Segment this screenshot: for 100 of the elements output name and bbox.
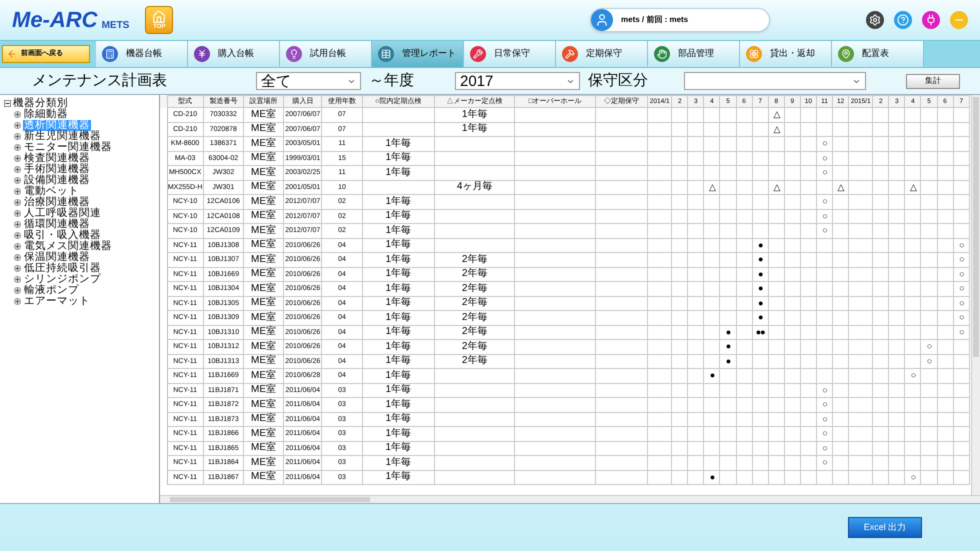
expand-icon[interactable] bbox=[14, 166, 21, 173]
tree-item[interactable]: 低圧持続吸引器 bbox=[23, 263, 102, 274]
expand-icon[interactable] bbox=[14, 188, 21, 195]
schedule-mark: △ bbox=[773, 124, 780, 134]
schedule-mark: ● bbox=[758, 254, 762, 264]
tree-item[interactable]: モニター関連機器 bbox=[23, 142, 113, 153]
nav-tab[interactable]: 部品管理 bbox=[648, 41, 740, 67]
schedule-mark: ○ bbox=[822, 414, 827, 424]
expand-icon[interactable] bbox=[14, 199, 21, 206]
schedule-mark: △ bbox=[773, 182, 780, 192]
plug-icon[interactable] bbox=[922, 11, 940, 29]
expand-icon[interactable] bbox=[14, 298, 21, 305]
schedule-mark: ● bbox=[710, 472, 714, 482]
nav-tab[interactable]: 貸出・返却 bbox=[740, 41, 832, 67]
expand-icon[interactable] bbox=[14, 243, 21, 250]
flower-icon bbox=[746, 46, 762, 62]
settings-icon[interactable] bbox=[866, 11, 884, 29]
table-cell: 1年毎 bbox=[385, 297, 412, 308]
table-cell: 1年毎 bbox=[385, 355, 412, 366]
tree-item[interactable]: 電気メス関連機器 bbox=[23, 241, 113, 252]
expand-icon[interactable] bbox=[14, 155, 21, 162]
help-icon[interactable] bbox=[894, 11, 912, 29]
table-cell: ME室 bbox=[251, 268, 276, 280]
schedule-mark: ○ bbox=[822, 210, 827, 221]
expand-icon[interactable] bbox=[14, 287, 21, 294]
expand-icon[interactable] bbox=[14, 122, 21, 129]
schedule-mark: ○ bbox=[959, 283, 964, 294]
tree-item[interactable]: エアーマット bbox=[23, 296, 91, 307]
logo: Me-ARC bbox=[12, 9, 98, 31]
table-cell: ME室 bbox=[251, 108, 276, 120]
tree-item[interactable]: 治療関連機器 bbox=[23, 197, 91, 208]
yen-icon bbox=[194, 46, 210, 62]
expand-icon[interactable] bbox=[14, 254, 21, 261]
table-cell: ME室 bbox=[251, 166, 276, 178]
expand-icon[interactable] bbox=[14, 232, 21, 239]
nav-tab[interactable]: 管理レポート bbox=[372, 41, 464, 67]
table-cell: 1年毎 bbox=[385, 152, 412, 164]
table-cell: ME室 bbox=[251, 282, 276, 294]
expand-icon[interactable] bbox=[14, 276, 21, 283]
table-cell: ME室 bbox=[251, 138, 276, 149]
nav-tab[interactable]: 機器台帳 bbox=[96, 41, 188, 67]
page-title: メンテナンス計画表 bbox=[32, 70, 168, 91]
schedule-mark: ● bbox=[726, 356, 730, 366]
table-cell: 1年毎 bbox=[385, 456, 412, 468]
expand-icon[interactable] bbox=[14, 265, 21, 272]
tree-item[interactable]: 循環関連機器 bbox=[23, 219, 91, 230]
tree-item[interactable]: 設備関連機器 bbox=[23, 175, 91, 186]
nav-tab[interactable]: 日常保守 bbox=[464, 41, 556, 67]
aggregate-button[interactable]: 集計 bbox=[906, 74, 960, 88]
tree-item[interactable]: 保温関連機器 bbox=[23, 252, 91, 263]
table-cell: 2年毎 bbox=[462, 312, 488, 323]
table-cell: 2年毎 bbox=[462, 340, 488, 352]
schedule-mark: ○ bbox=[959, 298, 964, 308]
expand-icon[interactable] bbox=[14, 221, 21, 228]
expand-icon[interactable] bbox=[14, 111, 21, 118]
table-cell: 1年毎 bbox=[385, 268, 412, 280]
tools-icon bbox=[562, 46, 578, 62]
expand-icon[interactable] bbox=[14, 210, 21, 217]
year-select[interactable]: 2017 bbox=[455, 72, 580, 90]
expand-icon[interactable] bbox=[14, 133, 21, 140]
tree-item[interactable]: 人工呼吸器関連 bbox=[23, 208, 102, 219]
nav-tab[interactable]: 購入台帳 bbox=[188, 41, 280, 67]
logo-subtitle: METS bbox=[102, 21, 130, 31]
nav-tab[interactable]: 定期保守 bbox=[556, 41, 648, 67]
schedule-mark: ● bbox=[758, 268, 762, 279]
vertical-scrollbar[interactable] bbox=[971, 95, 980, 495]
schedule-mark: △ bbox=[708, 182, 715, 192]
table-cell: ME室 bbox=[251, 224, 276, 236]
lightbulb-icon bbox=[286, 46, 302, 62]
tree-item[interactable]: 機器分類別 bbox=[13, 98, 68, 109]
table-cell: 1年毎 bbox=[385, 196, 412, 207]
category-select[interactable]: 全て bbox=[256, 72, 361, 90]
tree-item[interactable]: 吸引・吸入機器 bbox=[23, 230, 102, 241]
maintenance-type-label: 保守区分 bbox=[588, 70, 649, 91]
maintenance-type-select[interactable] bbox=[684, 72, 866, 90]
table-cell: 2年毎 bbox=[462, 268, 488, 280]
tree-item[interactable]: シリンジポンプ bbox=[23, 274, 102, 285]
tree-item[interactable]: 除細動器 bbox=[23, 109, 69, 120]
tree-item[interactable]: 電動ベット bbox=[23, 186, 80, 197]
nav-tab[interactable]: 試用台帳 bbox=[280, 41, 372, 67]
collapse-icon[interactable] bbox=[4, 100, 11, 107]
expand-icon[interactable] bbox=[14, 144, 21, 151]
table-cell: ME室 bbox=[251, 355, 276, 366]
tree-item[interactable]: 手術関連機器 bbox=[23, 164, 91, 175]
table-cell: 1年毎 bbox=[385, 239, 412, 250]
excel-export-button[interactable]: Excel 出力 bbox=[848, 517, 922, 538]
tree-item[interactable]: 新生児関連機器 bbox=[23, 131, 102, 142]
schedule-mark: ○ bbox=[822, 167, 827, 178]
nav-tab[interactable]: 配置表 bbox=[832, 41, 924, 67]
horizontal-scrollbar[interactable] bbox=[160, 495, 980, 503]
tree-item[interactable]: 輸液ポンプ bbox=[23, 285, 80, 296]
table-cell: ME室 bbox=[251, 413, 276, 424]
year-label: ～年度 bbox=[369, 70, 415, 91]
tree-item[interactable]: 検査関連機器 bbox=[23, 153, 91, 164]
table-cell: 1年毎 bbox=[385, 340, 412, 352]
expand-icon[interactable] bbox=[14, 177, 21, 184]
schedule-mark: ○ bbox=[822, 442, 827, 453]
table-cell: 1年毎 bbox=[462, 108, 488, 120]
table-cell: 1年毎 bbox=[462, 123, 488, 134]
hand-icon bbox=[654, 46, 670, 62]
